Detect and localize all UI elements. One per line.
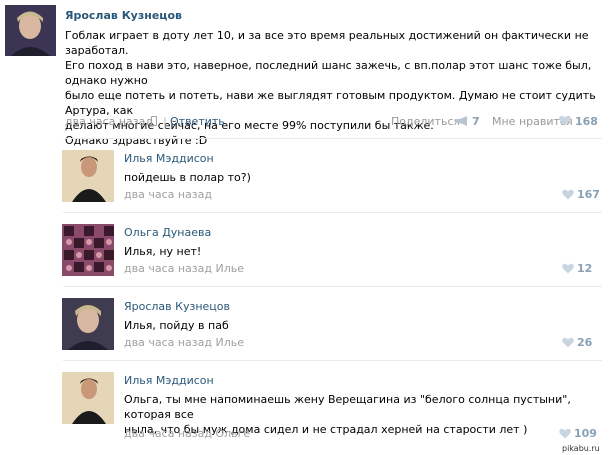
comment-item: Ярослав Кузнецов Илья, пойду в паб два ч… [62,298,604,354]
comment-item: Илья Мэддисон Ольга, ты мне напоминаешь … [62,372,604,442]
wall-post: Ярослав Кузнецов Гоблак играет в доту ле… [5,5,607,147]
commenter-avatar[interactable] [62,298,114,350]
share-button[interactable]: Поделиться [391,115,460,128]
comment-text: Илья, ну нет! [124,244,584,259]
comment-text: пойдешь в полар то?) [124,170,584,185]
comment-like-count: 167 [577,188,600,201]
comment-author[interactable]: Ярослав Кузнецов [124,300,230,313]
post-author-name[interactable]: Ярослав Кузнецов [65,9,182,22]
divider [63,138,602,139]
comment-text: Илья, пойду в паб [124,318,584,333]
comment-text-line: Ольга, ты мне напоминаешь жену Верещагин… [124,393,571,421]
meta-separator: | [163,115,167,128]
comment-text-line: Илья, ну нет! [124,245,202,258]
phone-icon [151,116,157,126]
post-text-line: Гоблак играет в доту лет 10, и за все эт… [65,29,589,57]
megaphone-icon[interactable] [455,116,469,126]
comment-time[interactable]: два часа назад Ольге [124,427,250,440]
divider [63,360,602,361]
watermark: pikabu.ru [562,444,600,453]
post-text-line: Однако здравствуйте :D [65,134,208,147]
post-text-line: было еще потеть и потеть, нави же выгляд… [65,89,596,117]
comment-author[interactable]: Ольга Дунаева [124,226,211,239]
post-meta-bar: два часа назад | Ответить Поделиться 7 М… [65,115,602,131]
divider [63,286,602,287]
share-count: 7 [472,115,480,128]
heart-icon[interactable] [562,189,574,200]
heart-icon[interactable] [562,337,574,348]
comment-time[interactable]: два часа назад [124,188,212,201]
comment-like-count: 109 [574,427,597,440]
comment-author[interactable]: Илья Мэддисон [124,374,214,387]
reply-link[interactable]: Ответить [170,115,225,128]
commenter-avatar[interactable] [62,224,114,276]
commenter-avatar[interactable] [62,150,114,202]
heart-icon[interactable] [559,428,571,439]
comment-like-count: 12 [577,262,593,275]
comment-item: Илья Мэддисон пойдешь в полар то?) два ч… [62,150,604,206]
comment-time[interactable]: два часа назад Илье [124,336,244,349]
heart-icon[interactable] [559,115,571,126]
comment-item: Ольга Дунаева Илья, ну нет! два часа наз… [62,224,604,280]
comment-text-line: пойдешь в полар то?) [124,171,251,184]
comment-text-line: Илья, пойду в паб [124,319,229,332]
comment-like-count: 26 [577,336,593,349]
like-count: 168 [575,115,598,128]
post-author-avatar[interactable] [5,5,56,56]
commenter-avatar[interactable] [62,372,114,424]
post-text-line: Его поход в нави это, наверное, последни… [65,59,592,87]
divider [63,212,602,213]
post-time[interactable]: два часа назад [65,115,153,128]
comment-time[interactable]: два часа назад Илье [124,262,244,275]
comment-author[interactable]: Илья Мэддисон [124,152,214,165]
heart-icon[interactable] [562,263,574,274]
